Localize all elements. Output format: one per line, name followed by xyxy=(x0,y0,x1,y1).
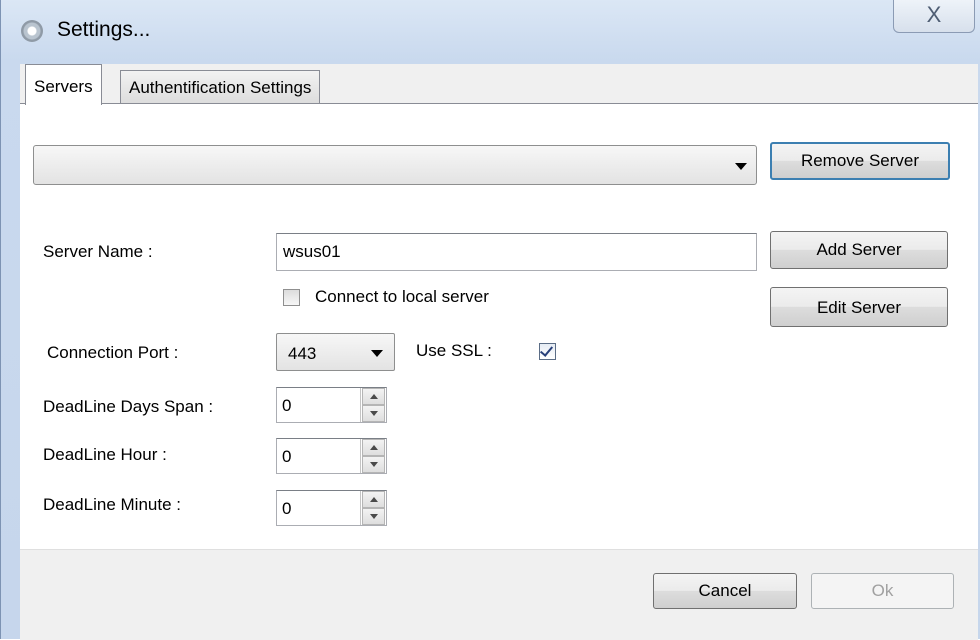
deadline-minute-label: DeadLine Minute : xyxy=(43,495,181,514)
server-select[interactable] xyxy=(33,145,757,185)
tab-label: Authentification Settings xyxy=(129,78,312,97)
remove-server-button[interactable]: Remove Server xyxy=(770,142,950,180)
local-server-label: Connect to local server xyxy=(315,287,489,306)
spin-up-icon xyxy=(370,497,378,502)
spinner-buttons xyxy=(360,491,386,525)
spin-down-icon xyxy=(370,411,378,416)
tab-authentification-settings[interactable]: Authentification Settings xyxy=(120,70,321,104)
deadline-minute-spinner[interactable]: 0 xyxy=(276,490,387,526)
deadline-days-value: 0 xyxy=(282,396,292,415)
deadline-minute-value: 0 xyxy=(282,499,292,518)
settings-gear-icon xyxy=(21,20,43,42)
server-name-label: Server Name : xyxy=(43,242,153,261)
tab-label: Servers xyxy=(34,77,93,96)
dropdown-arrow-icon xyxy=(371,350,383,357)
spin-up-button[interactable] xyxy=(362,439,385,456)
spinner-buttons xyxy=(360,388,386,422)
spin-down-icon xyxy=(370,462,378,467)
checkmark-icon xyxy=(539,343,554,357)
title-bar: Settings... X xyxy=(1,0,980,62)
spin-down-icon xyxy=(370,514,378,519)
tab-strip: Servers Authentification Settings xyxy=(20,64,978,105)
spin-down-button[interactable] xyxy=(362,508,385,525)
spin-up-icon xyxy=(370,394,378,399)
local-server-checkbox[interactable] xyxy=(283,289,300,306)
server-name-value: wsus01 xyxy=(283,242,341,261)
close-icon: X xyxy=(926,2,942,27)
use-ssl-checkbox[interactable] xyxy=(539,343,556,360)
ok-button[interactable]: Ok xyxy=(811,573,954,609)
connection-port-label: Connection Port : xyxy=(47,343,179,362)
dropdown-arrow-icon xyxy=(735,163,747,170)
cancel-button[interactable]: Cancel xyxy=(653,573,797,609)
add-server-button[interactable]: Add Server xyxy=(770,231,948,269)
server-name-input[interactable]: wsus01 xyxy=(276,233,757,271)
connection-port-select[interactable]: 443 xyxy=(276,333,395,371)
edit-server-button[interactable]: Edit Server xyxy=(770,287,948,327)
window-title: Settings... xyxy=(57,18,151,41)
settings-window: Settings... X Servers Authentification S… xyxy=(0,0,980,640)
spin-up-button[interactable] xyxy=(362,388,385,405)
close-button[interactable]: X xyxy=(893,0,975,33)
spin-up-icon xyxy=(370,445,378,450)
deadline-hour-spinner[interactable]: 0 xyxy=(276,438,387,474)
connection-port-value: 443 xyxy=(288,344,317,363)
deadline-days-label: DeadLine Days Span : xyxy=(43,397,214,416)
spin-down-button[interactable] xyxy=(362,456,385,473)
use-ssl-label: Use SSL : xyxy=(416,341,492,360)
spinner-buttons xyxy=(360,439,386,473)
spin-up-button[interactable] xyxy=(362,491,385,508)
deadline-hour-label: DeadLine Hour : xyxy=(43,445,167,464)
deadline-days-spinner[interactable]: 0 xyxy=(276,387,387,423)
tab-servers[interactable]: Servers xyxy=(25,64,102,105)
spin-down-button[interactable] xyxy=(362,405,385,422)
deadline-hour-value: 0 xyxy=(282,447,292,466)
